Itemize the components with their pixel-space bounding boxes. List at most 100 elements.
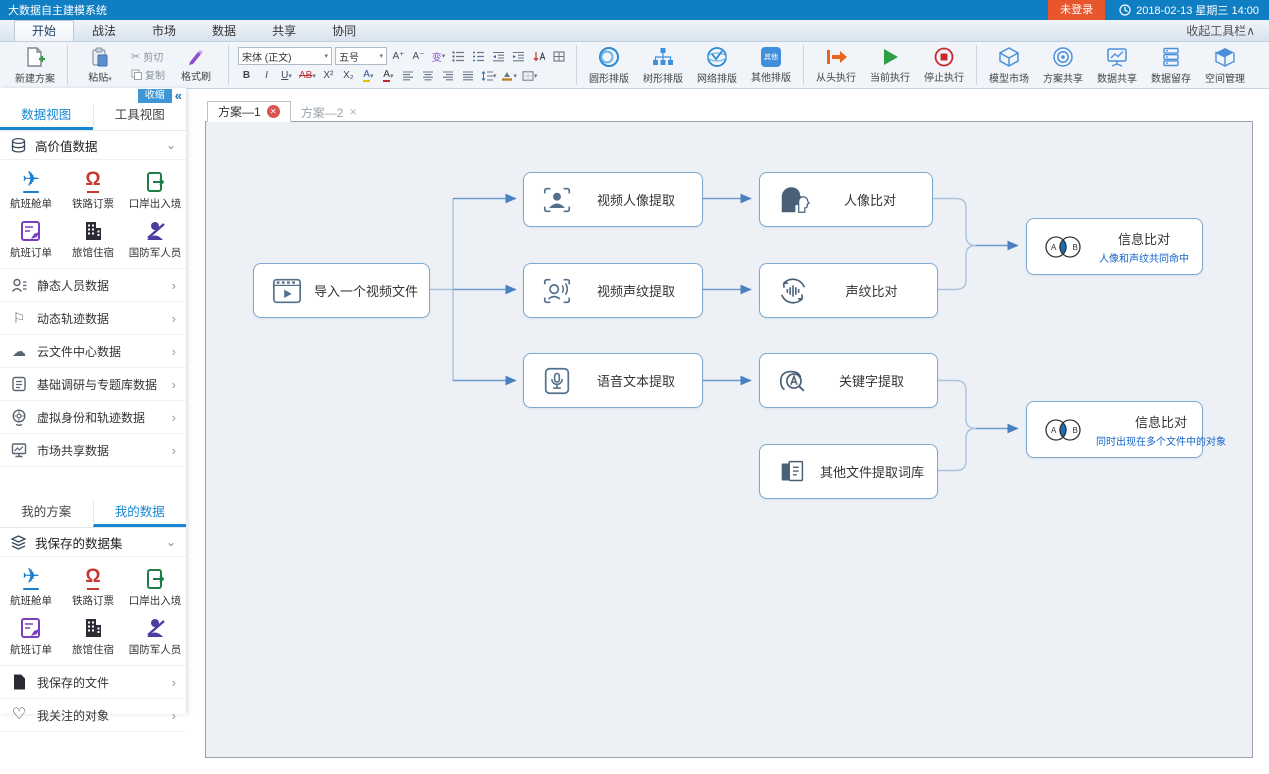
plan-tab-1[interactable]: 方案—1 ✕ bbox=[207, 101, 291, 122]
dataset-hotel-stay[interactable]: 旅馆住宿 bbox=[62, 610, 124, 659]
svg-text:A: A bbox=[1051, 426, 1057, 435]
section-high-value-data[interactable]: 高价值数据 ⌄ bbox=[0, 131, 186, 160]
decrease-indent-button[interactable] bbox=[490, 49, 507, 64]
tab-my-plans[interactable]: 我的方案 bbox=[0, 501, 93, 527]
plan-share-button[interactable]: 方案共享 bbox=[1036, 43, 1090, 87]
close-tab-icon[interactable]: ✕ bbox=[267, 105, 280, 118]
dataset-hotel-stay[interactable]: 旅馆住宿 bbox=[62, 213, 124, 262]
collapse-toolbar-link[interactable]: 收起工具栏∧ bbox=[1186, 21, 1269, 41]
align-justify-button[interactable] bbox=[460, 68, 477, 83]
model-market-button[interactable]: 模型市场 bbox=[982, 43, 1036, 87]
align-left-button[interactable] bbox=[400, 68, 417, 83]
cut-button[interactable]: ✂ 剪切 bbox=[127, 49, 169, 64]
circle-layout-button[interactable]: 圆形排版 bbox=[582, 43, 636, 87]
category-cloud-file-data[interactable]: ☁ 云文件中心数据 › bbox=[0, 335, 186, 368]
data-share-button[interactable]: 数据共享 bbox=[1090, 43, 1144, 87]
hotel-building-icon bbox=[82, 217, 104, 243]
dataset-border-entry[interactable]: 口岸出入境 bbox=[124, 561, 186, 610]
ribbon-tab-tactics[interactable]: 战法 bbox=[74, 20, 134, 41]
increase-indent-button[interactable] bbox=[510, 49, 527, 64]
railway-icon: Ω bbox=[85, 168, 100, 194]
shrink-font-button[interactable]: A⁻ bbox=[410, 49, 427, 64]
ribbon-tab-share[interactable]: 共享 bbox=[254, 20, 314, 41]
dataset-border-entry[interactable]: 口岸出入境 bbox=[124, 164, 186, 213]
copy-button[interactable]: 复制 bbox=[127, 67, 169, 82]
my-saved-files[interactable]: 我保存的文件 › bbox=[0, 666, 186, 699]
paste-button[interactable]: 粘贴▾ bbox=[73, 43, 127, 87]
dataset-flight-manifest[interactable]: ✈ 航班舱单 bbox=[0, 561, 62, 610]
tab-data-view[interactable]: 数据视图 bbox=[0, 104, 93, 130]
align-right-button[interactable] bbox=[440, 68, 457, 83]
chevron-right-icon: › bbox=[172, 675, 176, 690]
ribbon-tab-collab[interactable]: 协同 bbox=[314, 20, 374, 41]
dataset-military-personnel[interactable]: 国防军人员 bbox=[124, 610, 186, 659]
change-case-button[interactable]: 变▾ bbox=[430, 49, 447, 64]
ribbon-tab-data[interactable]: 数据 bbox=[194, 20, 254, 41]
dataset-rail-ticket[interactable]: Ω 铁路订票 bbox=[62, 164, 124, 213]
plan-tab-2[interactable]: 方案—2 ✕ bbox=[291, 103, 367, 122]
tree-layout-button[interactable]: 树形排版 bbox=[636, 43, 690, 87]
sidebar-collapse-button[interactable]: 收缩 bbox=[138, 89, 172, 103]
stop-execution-button[interactable]: 停止执行 bbox=[917, 43, 971, 87]
italic-button[interactable]: I bbox=[258, 68, 275, 83]
flow-canvas[interactable]: 导入一个视频文件 视频人像提取 bbox=[205, 121, 1253, 758]
dataset-rail-ticket[interactable]: Ω 铁路订票 bbox=[62, 561, 124, 610]
other-layout-button[interactable]: 其他 其他排版 bbox=[744, 43, 798, 87]
tab-my-data[interactable]: 我的数据 bbox=[93, 501, 187, 527]
node-face-compare[interactable]: 人像比对 bbox=[759, 172, 933, 227]
ribbon-tab-home[interactable]: 开始 bbox=[14, 20, 74, 41]
section-saved-datasets[interactable]: 我保存的数据集 ⌄ bbox=[0, 528, 186, 557]
node-keyword-extract[interactable]: 关键字提取 bbox=[759, 353, 938, 408]
subscript-button[interactable]: X₂ bbox=[340, 68, 357, 83]
bold-button[interactable]: B bbox=[238, 68, 255, 83]
dataset-flight-manifest[interactable]: ✈ 航班舱单 bbox=[0, 164, 62, 213]
line-spacing-button[interactable]: ▾ bbox=[480, 68, 498, 83]
run-from-start-button[interactable]: 从头执行 bbox=[809, 43, 863, 87]
node-video-face-extract[interactable]: 视频人像提取 bbox=[523, 172, 703, 227]
strikethrough-button[interactable]: AB▾ bbox=[298, 68, 317, 83]
dataset-flight-order[interactable]: 航班订单 bbox=[0, 213, 62, 262]
node-import-video[interactable]: 导入一个视频文件 bbox=[253, 263, 430, 318]
ribbon-tab-market[interactable]: 市场 bbox=[134, 20, 194, 41]
numbered-list-button[interactable] bbox=[470, 49, 487, 64]
bullet-list-button[interactable] bbox=[450, 49, 467, 64]
node-speech-text-extract[interactable]: 语音文本提取 bbox=[523, 353, 703, 408]
align-center-button[interactable] bbox=[420, 68, 437, 83]
node-info-compare-2[interactable]: A B 信息比对 同时出现在多个文件中的对象 bbox=[1026, 401, 1203, 458]
category-dynamic-track-data[interactable]: ⚐ 动态轨迹数据 › bbox=[0, 302, 186, 335]
shading-button[interactable]: ▾ bbox=[500, 68, 518, 83]
category-static-person-data[interactable]: 静态人员数据 › bbox=[0, 269, 186, 302]
node-voiceprint-compare[interactable]: 声纹比对 bbox=[759, 263, 938, 318]
login-status-badge[interactable]: 未登录 bbox=[1048, 0, 1105, 20]
font-size-select[interactable]: 五号 ▾ bbox=[335, 47, 387, 65]
close-tab-icon[interactable]: ✕ bbox=[349, 107, 357, 118]
highlight-color-button[interactable]: A▾ bbox=[360, 68, 377, 83]
font-color-button[interactable]: A▾ bbox=[380, 68, 397, 83]
underline-button[interactable]: U▾ bbox=[278, 68, 295, 83]
node-video-voiceprint-extract[interactable]: 视频声纹提取 bbox=[523, 263, 703, 318]
sort-button[interactable] bbox=[530, 49, 547, 64]
superscript-button[interactable]: X² bbox=[320, 68, 337, 83]
data-retention-button[interactable]: 数据留存 bbox=[1144, 43, 1198, 87]
tab-tool-view[interactable]: 工具视图 bbox=[93, 104, 187, 130]
category-survey-library-data[interactable]: 基础调研与专题库数据 › bbox=[0, 368, 186, 401]
network-layout-button[interactable]: 网络排版 bbox=[690, 43, 744, 87]
table-grid-button[interactable] bbox=[550, 49, 567, 64]
dataset-flight-order[interactable]: 航班订单 bbox=[0, 610, 62, 659]
node-info-compare-1[interactable]: A B 信息比对 人像和声纹共同命中 bbox=[1026, 218, 1203, 275]
run-current-button[interactable]: 当前执行 bbox=[863, 43, 917, 87]
grow-font-button[interactable]: A⁺ bbox=[390, 49, 407, 64]
my-followed-objects[interactable]: ♡ 我关注的对象 › bbox=[0, 699, 186, 732]
borders-button[interactable]: ▾ bbox=[521, 68, 539, 83]
dataset-military-personnel[interactable]: 国防军人员 bbox=[124, 213, 186, 262]
new-plan-button[interactable]: 新建方案 bbox=[8, 43, 62, 87]
align-right-icon bbox=[442, 71, 454, 81]
font-name-select[interactable]: 宋体 (正文) ▾ bbox=[238, 47, 332, 65]
space-management-button[interactable]: 空间管理 bbox=[1198, 43, 1252, 87]
category-virtual-identity-data[interactable]: 虚拟身份和轨迹数据 › bbox=[0, 401, 186, 434]
heart-icon: ♡ bbox=[10, 707, 28, 723]
format-painter-button[interactable]: 格式刷 bbox=[169, 43, 223, 87]
category-market-shared-data[interactable]: 市场共享数据 › bbox=[0, 434, 186, 467]
node-other-files-lexicon[interactable]: 其他文件提取词库 bbox=[759, 444, 938, 499]
double-left-arrow-icon[interactable]: « bbox=[175, 89, 182, 103]
